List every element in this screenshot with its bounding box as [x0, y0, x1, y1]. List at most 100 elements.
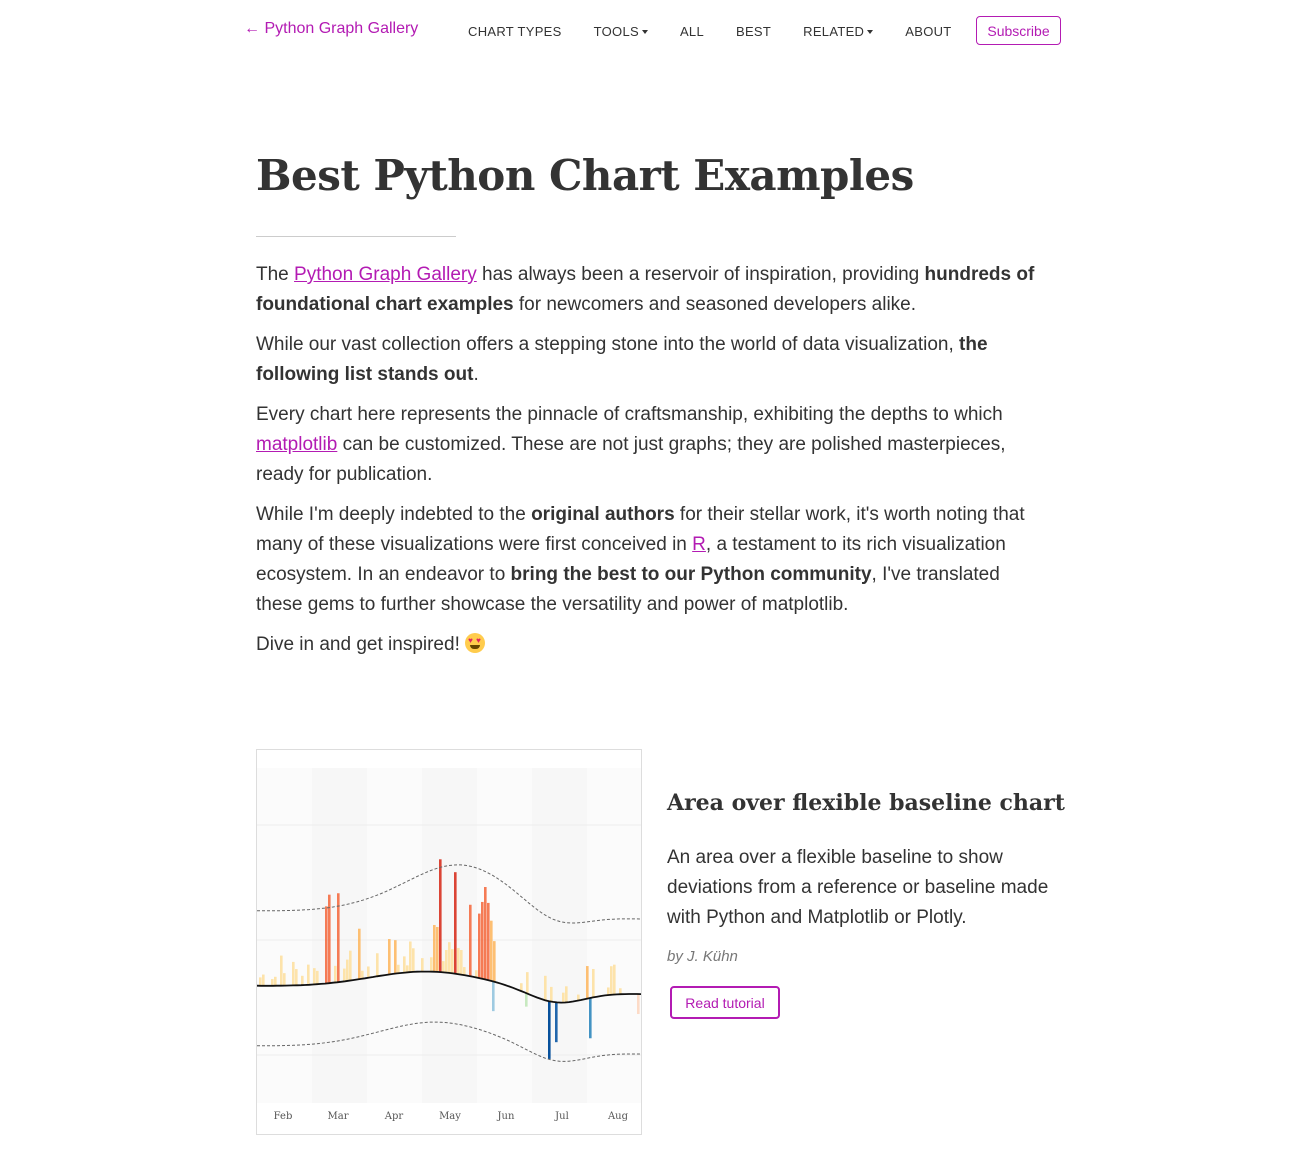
area-spike-above: [586, 966, 589, 999]
area-spike-above: [259, 977, 262, 986]
x-tick-label: Mar: [328, 1111, 349, 1122]
area-spike-above: [325, 906, 328, 984]
area-spike-above: [520, 983, 523, 991]
x-tick-label: May: [439, 1111, 461, 1122]
bold-text: original authors: [531, 504, 675, 525]
month-band: [257, 768, 312, 1103]
brand-back-link[interactable]: ← Python Graph Gallery: [244, 20, 418, 38]
navbar: ← Python Graph Gallery CHART TYPES TOOLS A…: [0, 0, 1302, 62]
card-title[interactable]: Area over flexible baseline chart: [667, 790, 1065, 816]
title-divider: [256, 236, 456, 237]
caret-down-icon: [641, 29, 648, 34]
area-spike-above: [376, 953, 379, 977]
main-content: Best Python Chart Examples The Python Gr…: [256, 140, 1046, 670]
text: for newcomers and seasoned developers al…: [513, 294, 917, 315]
nav-link-label: ABOUT: [905, 24, 952, 39]
nav-link-about[interactable]: ABOUT: [905, 24, 951, 39]
area-spike-above: [451, 949, 454, 974]
x-tick-label: Apr: [384, 1111, 404, 1122]
chart-thumbnail[interactable]: Feb Mar Apr May Jun Jul Aug: [256, 749, 642, 1135]
text: has always been a reservoir of inspirati…: [476, 264, 925, 285]
intro-paragraph-1: The Python Graph Gallery has always been…: [256, 260, 1046, 320]
area-spike-above: [484, 887, 487, 980]
area-spike-above: [526, 972, 529, 994]
intro-paragraph-3: Every chart here represents the pinnacle…: [256, 400, 1046, 490]
area-spike-above: [475, 970, 478, 978]
area-spike-above: [394, 940, 397, 974]
area-spike-above: [367, 966, 370, 978]
nav-link-all[interactable]: ALL: [680, 24, 704, 39]
intro-paragraph-5: Dive in and get inspired! ♥ ♥: [256, 630, 1046, 660]
area-spike-above: [463, 967, 466, 975]
x-tick-label: Jul: [554, 1111, 569, 1122]
month-band: [532, 768, 587, 1103]
area-spike-above: [433, 924, 436, 972]
area-spike-above: [313, 968, 316, 985]
nav-link-related[interactable]: RELATED: [803, 24, 874, 39]
nav-links: CHART TYPES TOOLS ALL BEST RELATED ABOUT: [468, 24, 984, 39]
area-spike-above: [610, 966, 613, 995]
area-spike-above: [448, 942, 451, 973]
nav-link-label: ALL: [679, 24, 704, 39]
area-spike-above: [271, 979, 274, 986]
smile: [470, 645, 481, 649]
area-spike-above: [349, 950, 352, 981]
nav-link-best[interactable]: BEST: [736, 24, 771, 39]
month-band: [367, 768, 422, 1103]
intro-paragraph-2: While our vast collection offers a stepp…: [256, 330, 1046, 390]
area-spike-above: [409, 941, 412, 973]
area-spike-below: [492, 981, 495, 1012]
area-spike-above: [262, 974, 265, 986]
card-description: An area over a flexible baseline to show…: [667, 847, 1049, 928]
x-tick-label: Feb: [274, 1111, 293, 1122]
area-spike-above: [460, 950, 463, 975]
subscribe-button[interactable]: Subscribe: [976, 16, 1061, 45]
area-baseline-thumbnail: Feb Mar Apr May Jun Jul Aug: [257, 768, 641, 1122]
area-spike-above: [544, 975, 547, 1000]
area-spike-above: [274, 976, 277, 986]
area-spike-above: [397, 964, 400, 974]
x-tick-label: Aug: [607, 1111, 629, 1122]
area-spike-above: [490, 920, 493, 981]
area-spike-above: [565, 986, 568, 1003]
area-spike-above: [430, 957, 433, 972]
area-spike-above: [334, 965, 337, 983]
read-tutorial-button[interactable]: Read tutorial: [670, 986, 780, 1019]
area-spike-above: [301, 975, 304, 986]
nav-link-chart-types[interactable]: CHART TYPES: [468, 24, 562, 39]
area-spike-above: [487, 902, 490, 980]
heart-eye: ♥: [476, 636, 481, 645]
bold-text: bring the best to our Python community: [510, 564, 872, 585]
month-band: [587, 768, 641, 1103]
nav-link-tools[interactable]: TOOLS: [594, 24, 648, 39]
area-spike-below: [525, 992, 528, 1007]
heart-eyes-emoji-icon: ♥ ♥: [465, 633, 486, 653]
area-spike-above: [457, 947, 460, 974]
matplotlib-link[interactable]: matplotlib: [256, 434, 337, 455]
area-spike-above: [454, 872, 457, 974]
text: can be customized. These are not just gr…: [256, 434, 1006, 485]
area-spike-above: [292, 961, 295, 986]
r-link[interactable]: R: [692, 534, 706, 555]
nav-link-label: CHART TYPES: [468, 24, 562, 39]
area-spike-above: [469, 904, 472, 976]
nav-link-label: TOOLS: [593, 24, 639, 39]
area-spike-above: [436, 926, 439, 972]
text: Dive in and get inspired!: [256, 634, 466, 655]
area-spike-above: [562, 992, 565, 1003]
caret-down-icon: [867, 29, 874, 34]
area-spike-above: [445, 949, 448, 973]
area-spike-above: [403, 956, 406, 973]
area-spike-below: [548, 1000, 551, 1059]
area-spike-above: [439, 859, 442, 973]
python-graph-gallery-link[interactable]: Python Graph Gallery: [294, 264, 477, 285]
text: While our vast collection offers a stepp…: [256, 334, 960, 355]
area-spike-above: [613, 964, 616, 995]
x-tick-label: Jun: [497, 1111, 515, 1122]
area-spike-above: [481, 901, 484, 979]
area-spike-above: [295, 969, 298, 986]
intro-paragraph-4: While I'm deeply indebted to the origina…: [256, 500, 1046, 620]
area-spike-above: [316, 970, 319, 985]
area-spike-below: [637, 994, 640, 1015]
text: Every chart here represents the pinnacle…: [256, 404, 1003, 425]
